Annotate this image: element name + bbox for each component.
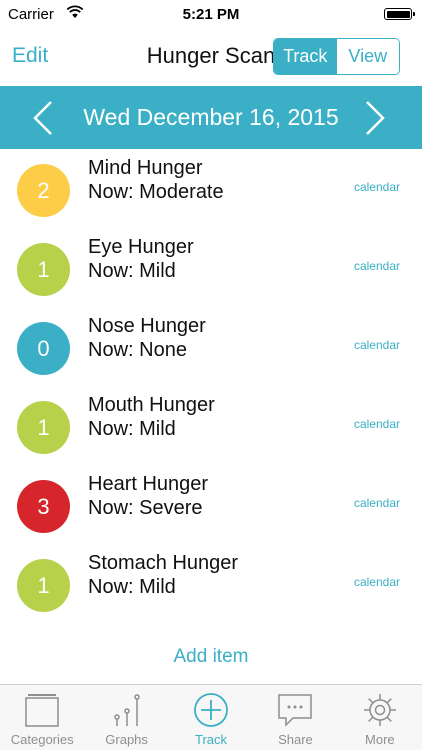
tab-label: More xyxy=(365,732,395,747)
gear-icon xyxy=(363,694,396,726)
tab-track[interactable]: Track xyxy=(169,685,253,750)
item-name: Nose Hunger xyxy=(88,315,206,337)
status-bar: Carrier 5:21 PM xyxy=(0,0,422,28)
battery-icon xyxy=(384,8,415,20)
add-item-button[interactable]: Add item xyxy=(0,646,422,668)
categories-icon xyxy=(25,694,59,727)
tab-label: Categories xyxy=(10,732,74,747)
track-view-segmented-control: Track View xyxy=(273,38,400,75)
score-badge: 1 xyxy=(17,243,70,296)
item-name: Mind Hunger xyxy=(88,157,203,179)
next-day-chevron-icon[interactable] xyxy=(364,100,386,136)
score-badge: 3 xyxy=(17,480,70,533)
item-level: Now: Mild xyxy=(88,260,176,282)
score-badge: 1 xyxy=(17,401,70,454)
score-badge: 1 xyxy=(17,559,70,612)
calendar-link[interactable]: calendar xyxy=(354,496,400,510)
navigation-bar: Edit Hunger Scan Track View xyxy=(0,28,422,86)
status-time: 5:21 PM xyxy=(182,6,240,23)
item-name: Eye Hunger xyxy=(88,236,194,258)
item-level: Now: Mild xyxy=(88,418,176,440)
tab-label: Graphs xyxy=(105,732,148,747)
graphs-icon xyxy=(113,694,140,726)
hunger-list: 2 Mind Hunger Now: Moderate calendar 1 E… xyxy=(0,149,422,623)
track-plus-icon xyxy=(194,693,228,727)
tab-label: Share xyxy=(278,732,313,747)
item-level: Now: None xyxy=(88,339,187,361)
segment-view[interactable]: View xyxy=(336,39,399,74)
calendar-link[interactable]: calendar xyxy=(354,259,400,273)
tab-bar: Categories Graphs Track Share More xyxy=(0,684,422,750)
share-chat-icon xyxy=(278,694,313,727)
list-item[interactable]: 0 Nose Hunger Now: None calendar xyxy=(0,307,422,386)
item-level: Now: Mild xyxy=(88,576,176,598)
calendar-link[interactable]: calendar xyxy=(354,417,400,431)
calendar-link[interactable]: calendar xyxy=(354,180,400,194)
item-name: Mouth Hunger xyxy=(88,394,215,416)
segment-track[interactable]: Track xyxy=(274,39,337,74)
score-badge: 2 xyxy=(17,164,70,217)
item-level: Now: Severe xyxy=(88,497,203,519)
date-bar: Wed December 16, 2015 xyxy=(0,86,422,149)
list-item[interactable]: 3 Heart Hunger Now: Severe calendar xyxy=(0,465,422,544)
tab-label: Track xyxy=(195,732,228,747)
item-name: Stomach Hunger xyxy=(88,552,239,574)
tab-graphs[interactable]: Graphs xyxy=(84,685,168,750)
list-item[interactable]: 1 Eye Hunger Now: Mild calendar xyxy=(0,228,422,307)
item-name: Heart Hunger xyxy=(88,473,209,495)
calendar-link[interactable]: calendar xyxy=(354,338,400,352)
tab-share[interactable]: Share xyxy=(253,685,337,750)
list-item[interactable]: 2 Mind Hunger Now: Moderate calendar xyxy=(0,149,422,228)
score-badge: 0 xyxy=(17,322,70,375)
list-item[interactable]: 1 Mouth Hunger Now: Mild calendar xyxy=(0,386,422,465)
edit-button[interactable]: Edit xyxy=(12,44,48,68)
tab-categories[interactable]: Categories xyxy=(0,685,84,750)
tab-more[interactable]: More xyxy=(338,685,422,750)
date-label: Wed December 16, 2015 xyxy=(83,104,339,130)
list-item[interactable]: 1 Stomach Hunger Now: Mild calendar xyxy=(0,544,422,623)
calendar-link[interactable]: calendar xyxy=(354,575,400,589)
item-level: Now: Moderate xyxy=(88,181,224,203)
